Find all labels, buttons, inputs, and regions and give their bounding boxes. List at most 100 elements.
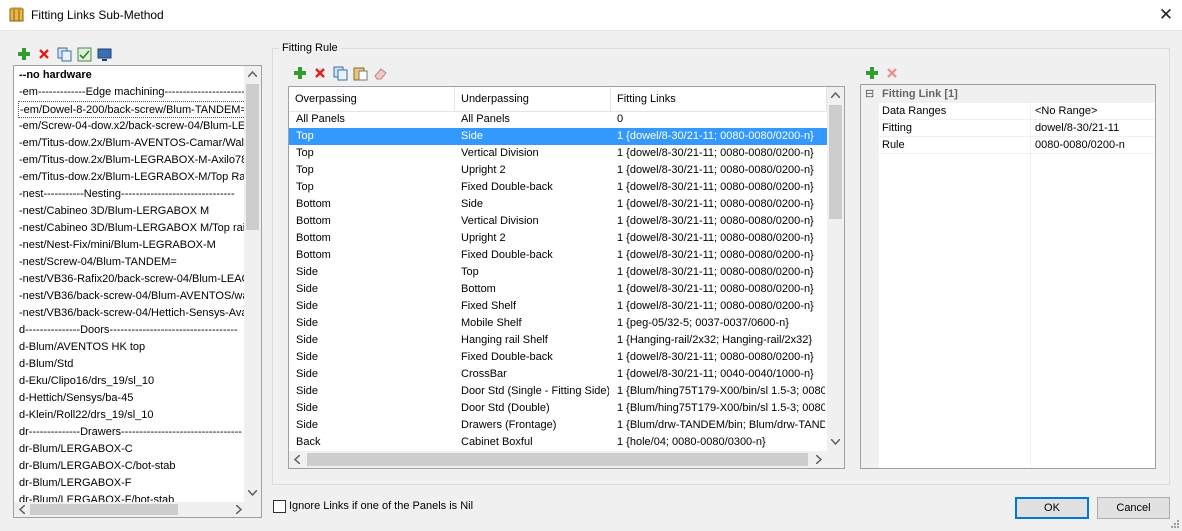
table-row[interactable]: Side Door Std (Single - Fitting Side) 1 {B… bbox=[289, 383, 827, 400]
cell-links[interactable]: 1 {dowel/8-30/21-11; 0080-0080/0200-n} bbox=[617, 298, 825, 315]
cell-under[interactable]: Fixed Double-back bbox=[461, 349, 609, 366]
sub-method-list[interactable]: dr-Blum/LERGABOX-F/bot-stab dr-Blum/LERGA… bbox=[13, 65, 262, 518]
list-item[interactable]: -nest/Screw-04/Blum-TANDEM= bbox=[19, 254, 245, 271]
cell-under[interactable]: Mobile Shelf bbox=[461, 315, 609, 332]
table-row[interactable]: Bottom Vertical Division 1 {dowel/8-30/21-… bbox=[289, 213, 827, 230]
grid-hscroll-thumb[interactable] bbox=[307, 453, 808, 466]
cell-over[interactable]: Side bbox=[296, 332, 451, 349]
properties-button[interactable] bbox=[75, 45, 93, 63]
scroll-up-arrow-icon[interactable] bbox=[248, 71, 257, 77]
list-item[interactable]: --no hardware bbox=[19, 67, 245, 84]
cell-links[interactable]: 1 {Blum/hing75T179-X00/bin/sl 1.5-3; 008… bbox=[617, 383, 825, 400]
property-value[interactable]: 0080-0080/0200-n bbox=[1035, 137, 1125, 154]
cell-over[interactable]: Top bbox=[296, 179, 451, 196]
scroll-right-arrow-icon[interactable] bbox=[816, 455, 822, 464]
cell-under[interactable]: Door Std (Double) bbox=[461, 400, 609, 417]
list-item[interactable]: -em/Titus-dow.2x/Blum-LEGRABOX-M-Axilo78 bbox=[19, 152, 245, 169]
column-header-fitting-links[interactable]: Fitting Links bbox=[611, 87, 827, 112]
grid-vscroll-thumb[interactable] bbox=[829, 105, 842, 219]
list-item[interactable]: -em/Titus-dow.2x/Blum-AVENTOS-Camar/Wall… bbox=[19, 135, 245, 152]
list-item[interactable]: dr-Blum/LERGABOX-F bbox=[19, 475, 245, 492]
cell-under[interactable]: Fixed Shelf bbox=[461, 298, 609, 315]
list-item[interactable]: d---------------Doors-------------------… bbox=[19, 322, 245, 339]
cell-over[interactable]: Side bbox=[296, 417, 451, 434]
table-row[interactable]: Top Upright 2 1 {dowel/8-30/21-11; 0080-00… bbox=[289, 162, 827, 179]
fitting-link-property-grid[interactable]: ⊟ Fitting Link [1] Data Ranges <No Range… bbox=[860, 84, 1156, 469]
list-item[interactable]: dr-Blum/LERGABOX-C/bot-stab bbox=[19, 458, 245, 475]
cell-links[interactable]: 1 {dowel/8-30/21-11; 0080-0080/0200-n} bbox=[617, 213, 825, 230]
list-item[interactable]: -em/Dowel-8-200/back-screw/Blum-TANDEM= bbox=[18, 101, 246, 118]
cell-links[interactable]: 1 {dowel/8-30/21-11; 0080-0080/0200-n} bbox=[617, 264, 825, 281]
cell-over[interactable]: Back bbox=[296, 434, 451, 451]
property-row-fitting[interactable]: Fitting dowel/8-30/21-11 bbox=[861, 120, 1155, 137]
cell-links[interactable]: 1 {dowel/8-30/21-11; 0080-0080/0200-n} bbox=[617, 179, 825, 196]
ignore-links-checkbox[interactable] bbox=[273, 500, 286, 513]
cell-over[interactable]: Top bbox=[296, 128, 451, 145]
list-horizontal-scrollbar[interactable] bbox=[14, 502, 261, 517]
list-item[interactable]: -em/Titus-dow.2x/Blum-LEGRABOX-M/Top Rai… bbox=[19, 169, 245, 186]
cell-over[interactable]: Side bbox=[296, 281, 451, 298]
table-row[interactable]: Side Drawers (Frontage) 1 {Blum/drw-TANDEM… bbox=[289, 417, 827, 434]
table-row[interactable]: Side Mobile Shelf 1 {peg-05/32-5; 0037-003… bbox=[289, 315, 827, 332]
cell-links[interactable]: 1 {dowel/8-30/21-11; 0080-0080/0200-n} bbox=[617, 281, 825, 298]
cell-under[interactable]: CrossBar bbox=[461, 366, 609, 383]
cell-over[interactable]: Top bbox=[296, 145, 451, 162]
table-row[interactable]: Top Vertical Division 1 {dowel/8-30/21-11;… bbox=[289, 145, 827, 162]
fitting-link-category[interactable]: ⊟ Fitting Link [1] bbox=[861, 85, 1155, 103]
cell-links[interactable]: 1 {Blum/hing75T179-X00/bin/sl 1.5-3; 008… bbox=[617, 400, 825, 417]
cell-under[interactable]: Upright 2 bbox=[461, 230, 609, 247]
cell-over[interactable]: Bottom bbox=[296, 196, 451, 213]
list-item[interactable]: d-Klein/Roll22/drs_19/sl_10 bbox=[19, 407, 245, 424]
delete-link-button[interactable] bbox=[883, 64, 901, 82]
clear-rule-button[interactable] bbox=[371, 64, 389, 82]
grid-vertical-scrollbar[interactable] bbox=[827, 87, 844, 451]
table-row[interactable]: Bottom Side 1 {dowel/8-30/21-11; 0080-0080… bbox=[289, 196, 827, 213]
cell-under[interactable]: Bottom bbox=[461, 281, 609, 298]
cancel-button[interactable]: Cancel bbox=[1097, 497, 1170, 519]
add-rule-button[interactable] bbox=[291, 64, 309, 82]
cell-links[interactable]: 1 {dowel/8-30/21-11; 0040-0040/1000-n} bbox=[617, 366, 825, 383]
cell-under[interactable]: All Panels bbox=[461, 111, 609, 128]
cell-under[interactable]: Upright 2 bbox=[461, 162, 609, 179]
ignore-links-label[interactable]: Ignore Links if one of the Panels is Nil bbox=[289, 500, 473, 512]
paste-rule-button[interactable] bbox=[351, 64, 369, 82]
list-item[interactable]: dr--------------Drawers-----------------… bbox=[19, 424, 245, 441]
cell-links[interactable]: 1 {Hanging-rail/2x32; Hanging-rail/2x32} bbox=[617, 332, 825, 349]
cell-links[interactable]: 1 {dowel/8-30/21-11; 0080-0080/0200-n} bbox=[617, 128, 825, 145]
column-header-underpassing[interactable]: Underpassing bbox=[455, 87, 611, 112]
list-item[interactable]: d-Blum/Std bbox=[19, 356, 245, 373]
list-item[interactable]: -em/Screw-04-dow.x2/back-screw-04/Blum-L… bbox=[19, 118, 245, 135]
cell-links[interactable]: 1 {dowel/8-30/21-11; 0080-0080/0200-n} bbox=[617, 162, 825, 179]
cell-links[interactable]: 1 {dowel/8-30/21-11; 0080-0080/0200-n} bbox=[617, 196, 825, 213]
table-row[interactable]: Side Bottom 1 {dowel/8-30/21-11; 0080-0080… bbox=[289, 281, 827, 298]
table-row[interactable]: Bottom Upright 2 1 {dowel/8-30/21-11; 0080… bbox=[289, 230, 827, 247]
table-row[interactable]: All Panels All Panels 0 bbox=[289, 111, 827, 128]
list-item[interactable]: -nest/Nest-Fix/mini/Blum-LEGRABOX-M bbox=[19, 237, 245, 254]
cell-over[interactable]: Side bbox=[296, 383, 451, 400]
copy-rule-button[interactable] bbox=[331, 64, 349, 82]
table-row[interactable]: Back Cabinet Boxful 1 {hole/04; 0080-0080/… bbox=[289, 434, 827, 451]
list-item[interactable]: -em-------------Edge machining----------… bbox=[19, 84, 245, 101]
table-row[interactable]: Side Fixed Double-back 1 {dowel/8-30/21-11… bbox=[289, 349, 827, 366]
table-row[interactable]: Side CrossBar 1 {dowel/8-30/21-11; 0040-00… bbox=[289, 366, 827, 383]
table-row[interactable]: Side Door Std (Double) 1 {Blum/hing75T179-… bbox=[289, 400, 827, 417]
cell-under[interactable]: Side bbox=[461, 196, 609, 213]
property-row-rule[interactable]: Rule 0080-0080/0200-n bbox=[861, 137, 1155, 154]
cell-links[interactable]: 1 {Blum/drw-TANDEM/bin; Blum/drw-TANDEM} bbox=[617, 417, 825, 434]
scroll-right-arrow-icon[interactable] bbox=[236, 505, 242, 514]
cell-over[interactable]: Bottom bbox=[296, 230, 451, 247]
copy-method-button[interactable] bbox=[55, 45, 73, 63]
cell-over[interactable]: Side bbox=[296, 315, 451, 332]
table-row[interactable]: Side Fixed Shelf 1 {dowel/8-30/21-11; 0080… bbox=[289, 298, 827, 315]
scroll-left-arrow-icon[interactable] bbox=[294, 455, 300, 464]
cell-links[interactable]: 1 {dowel/8-30/21-11; 0080-0080/0200-n} bbox=[617, 230, 825, 247]
cell-over[interactable]: Top bbox=[296, 162, 451, 179]
cell-over[interactable]: Side bbox=[296, 400, 451, 417]
scroll-down-arrow-icon[interactable] bbox=[831, 439, 840, 445]
list-vscroll-thumb[interactable] bbox=[246, 84, 259, 230]
scroll-up-arrow-icon[interactable] bbox=[831, 92, 840, 98]
add-method-button[interactable] bbox=[15, 45, 33, 63]
delete-method-button[interactable] bbox=[35, 45, 53, 63]
cell-under[interactable]: Fixed Double-back bbox=[461, 179, 609, 196]
cell-under[interactable]: Top bbox=[461, 264, 609, 281]
